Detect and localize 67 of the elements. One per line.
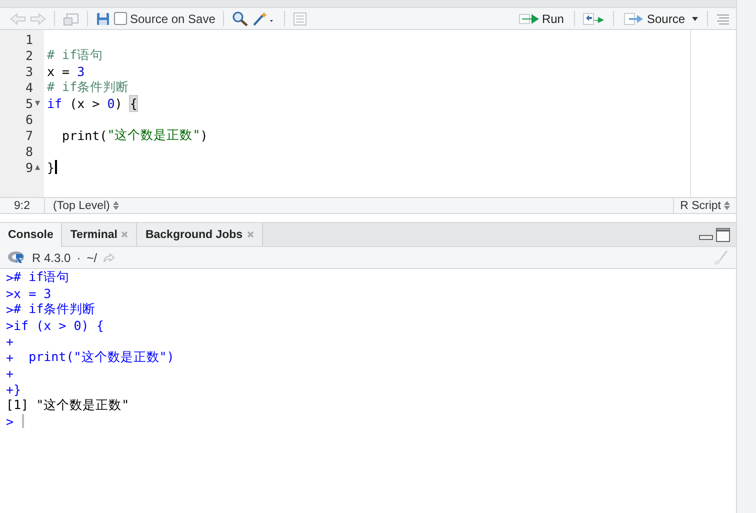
- close-icon[interactable]: [246, 231, 254, 238]
- command-text: print("这个数是正数"): [28, 348, 174, 366]
- command-text: }: [14, 382, 22, 396]
- source-arrow-icon: [624, 12, 644, 24]
- console-prompt: +: [6, 350, 14, 364]
- code-token: print(: [61, 128, 108, 142]
- code-token: ): [200, 128, 208, 142]
- code-token: (x >: [68, 96, 101, 110]
- working-directory[interactable]: ~/: [86, 250, 98, 264]
- fold-toggle[interactable]: ▾: [34, 98, 40, 108]
- output-text: [1] "这个数是正数": [6, 396, 130, 414]
- code-comment: # if语句: [47, 46, 104, 64]
- source-button[interactable]: Source: [622, 12, 687, 26]
- rerun-icon[interactable]: [582, 12, 605, 24]
- file-type-selector[interactable]: R Script: [680, 200, 721, 212]
- line-number: 2: [25, 48, 33, 62]
- console-prompt: +: [6, 366, 14, 380]
- search-icon[interactable]: [232, 11, 248, 26]
- dropdown-caret-icon[interactable]: [691, 16, 699, 22]
- code-token: }: [47, 160, 55, 174]
- command-text: x = 3: [14, 286, 52, 300]
- code-token: "这个数是正数": [107, 126, 200, 144]
- line-number: 7: [25, 128, 33, 142]
- line-number: 1: [25, 32, 33, 46]
- line-number: 3: [25, 64, 33, 78]
- console-prompt: +: [6, 334, 14, 348]
- updown-icon[interactable]: [724, 201, 730, 210]
- fold-toggle[interactable]: ▴: [34, 162, 40, 172]
- run-button[interactable]: Run: [516, 12, 566, 26]
- console-prompt: +: [6, 382, 14, 396]
- console-tab[interactable]: Terminal: [62, 223, 138, 246]
- console-prompt: >: [6, 414, 14, 428]
- console-tab[interactable]: Background Jobs: [137, 223, 263, 246]
- maximize-icon[interactable]: [716, 228, 730, 242]
- window-icon[interactable]: [63, 12, 79, 26]
- command-text: # if语句: [14, 268, 70, 286]
- console-tab[interactable]: Console: [0, 223, 62, 247]
- r-logo-icon[interactable]: [8, 251, 26, 264]
- console-prompt: >: [6, 270, 14, 284]
- code-token: ): [114, 96, 124, 110]
- cursor-position: 9:2: [0, 198, 45, 213]
- code-token: 0: [107, 96, 115, 110]
- line-number: 8: [25, 144, 33, 158]
- lines-icon[interactable]: [716, 12, 730, 24]
- console-prompt: >: [6, 302, 14, 316]
- line-number: 9: [25, 160, 33, 174]
- line-number: 4: [25, 80, 33, 94]
- code-token: {: [130, 96, 138, 110]
- scope-selector[interactable]: (Top Level): [53, 200, 110, 212]
- close-icon[interactable]: [121, 231, 128, 238]
- save-icon[interactable]: [96, 12, 110, 26]
- line-number: 5: [25, 96, 33, 110]
- code-token: 3: [77, 64, 85, 78]
- outline-icon[interactable]: [293, 12, 308, 26]
- code-token: if: [47, 96, 62, 110]
- command-text: # if条件判断: [14, 300, 96, 318]
- code-token: x =: [47, 64, 71, 78]
- separator-dot: ·: [76, 250, 81, 264]
- line-number: 6: [25, 112, 33, 126]
- r-version: R 4.3.0: [32, 250, 71, 264]
- command-text: if (x > 0) {: [14, 318, 104, 332]
- source-on-save-checkbox[interactable]: Source on Save: [114, 12, 216, 26]
- code-comment: # if条件判断: [47, 78, 130, 96]
- console-prompt: >: [6, 318, 14, 332]
- console-prompt: >: [6, 286, 14, 300]
- updown-icon[interactable]: [112, 201, 119, 210]
- run-arrow-icon: [518, 12, 539, 24]
